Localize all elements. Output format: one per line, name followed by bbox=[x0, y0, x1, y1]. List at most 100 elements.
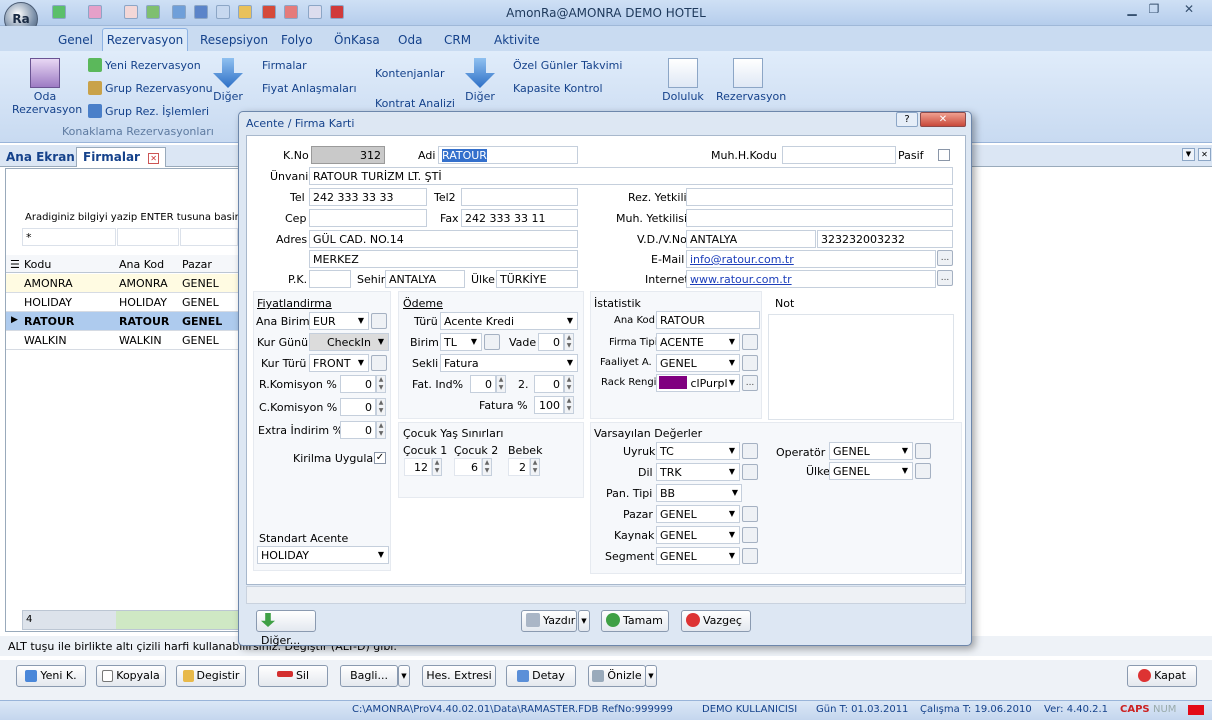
search-input-3[interactable] bbox=[180, 228, 238, 246]
sekli-dropdown-icon[interactable]: ▼ bbox=[564, 355, 576, 371]
ckom-spinner[interactable]: ▲ ▼ bbox=[376, 398, 386, 416]
tab-folyo[interactable]: Folyo bbox=[281, 33, 313, 47]
yeni-button[interactable]: Yeni K. bbox=[16, 665, 86, 687]
standart-acente-select[interactable]: HOLIDAY bbox=[257, 546, 389, 564]
uyruk-browse-button[interactable] bbox=[742, 443, 758, 459]
tab-onkasa[interactable]: ÖnKasa bbox=[334, 33, 380, 47]
vd-input[interactable]: ANTALYA bbox=[686, 230, 816, 248]
tel2-input[interactable] bbox=[461, 188, 578, 206]
rez-yetkili-input[interactable] bbox=[686, 188, 953, 206]
kapat-button[interactable]: Kapat bbox=[1127, 665, 1197, 687]
yazdir-button[interactable]: Yazdır bbox=[521, 610, 577, 632]
internet-browse-button[interactable]: ... bbox=[937, 270, 953, 286]
ana-birim-browse-button[interactable] bbox=[371, 313, 387, 329]
dil-dropdown-icon[interactable]: ▼ bbox=[726, 464, 738, 480]
email-browse-button[interactable]: ... bbox=[937, 250, 953, 266]
fat-ind-spinner[interactable]: ▲ ▼ bbox=[496, 375, 506, 393]
bebek-spinner[interactable]: ▲ ▼ bbox=[530, 458, 540, 476]
kur-gunu-dropdown-icon[interactable]: ▼ bbox=[375, 334, 387, 350]
vars-ulke-browse-button[interactable] bbox=[915, 463, 931, 479]
adres2-input[interactable]: MERKEZ bbox=[309, 250, 578, 268]
cocuk2-spinner[interactable]: ▲ ▼ bbox=[482, 458, 492, 476]
close-tab-icon[interactable]: ✕ bbox=[148, 153, 160, 164]
email-input[interactable]: info@ratour.com.tr bbox=[686, 250, 936, 268]
sil-button[interactable]: Sil bbox=[258, 665, 328, 687]
yeni-rezervasyon-button[interactable]: Yeni Rezervasyon bbox=[88, 58, 201, 72]
faaliyet-dropdown-icon[interactable]: ▼ bbox=[726, 355, 738, 371]
rack-rengi-dropdown-icon[interactable]: ▼ bbox=[726, 375, 738, 391]
pasif-checkbox[interactable] bbox=[938, 149, 950, 161]
dialog-close-icon[interactable]: ✕ bbox=[920, 112, 966, 127]
degistir-button[interactable]: Degistir bbox=[176, 665, 246, 687]
cocuk2-input[interactable]: 6 bbox=[454, 458, 482, 476]
pan-tipi-dropdown-icon[interactable]: ▼ bbox=[729, 485, 741, 501]
cocuk1-spinner[interactable]: ▲ ▼ bbox=[432, 458, 442, 476]
faaliyet-browse-button[interactable] bbox=[742, 355, 758, 371]
tamam-button[interactable]: Tamam bbox=[601, 610, 669, 632]
diger-dialog-button[interactable]: Diğer... bbox=[256, 610, 316, 647]
grup-rez-islemleri-button[interactable]: Grup Rez. İşlemleri bbox=[88, 104, 209, 118]
kur-turu-dropdown-icon[interactable]: ▼ bbox=[355, 355, 367, 371]
rezervasyon-report-button[interactable]: Rezervasyon bbox=[716, 58, 786, 103]
pk-input[interactable] bbox=[309, 270, 351, 288]
tab-firmalar[interactable]: Firmalar ✕ bbox=[76, 147, 167, 167]
yazdir-dropdown-icon[interactable]: ▼ bbox=[578, 610, 590, 632]
tel-input[interactable]: 242 333 33 33 bbox=[309, 188, 427, 206]
internet-link[interactable]: www.ratour.com.tr bbox=[690, 273, 792, 286]
onizle-dropdown-icon[interactable]: ▼ bbox=[645, 665, 657, 687]
vazgec-button[interactable]: Vazgeç bbox=[681, 610, 751, 632]
tab-rezervasyon[interactable]: Rezervasyon bbox=[102, 28, 188, 52]
fatura-pct-input[interactable]: 100 bbox=[534, 396, 564, 414]
ozel-gunler-button[interactable]: Özel Günler Takvimi bbox=[513, 59, 622, 72]
fat-ind-input[interactable]: 0 bbox=[470, 375, 496, 393]
kaynak-browse-button[interactable] bbox=[742, 527, 758, 543]
birim-browse-button[interactable] bbox=[484, 334, 500, 350]
firma-tipi-browse-button[interactable] bbox=[742, 334, 758, 350]
col-header-pazar[interactable]: Pazar bbox=[182, 258, 212, 271]
grid-menu-icon[interactable]: ☰ bbox=[10, 258, 20, 271]
tab-genel[interactable]: Genel bbox=[58, 33, 93, 47]
pazar-dropdown-icon[interactable]: ▼ bbox=[726, 506, 738, 522]
fatura-pct-spinner[interactable]: ▲ ▼ bbox=[564, 396, 574, 414]
fax-input[interactable]: 242 333 33 11 bbox=[461, 209, 578, 227]
col-header-ana-kod[interactable]: Ana Kod bbox=[119, 258, 164, 271]
dil-browse-button[interactable] bbox=[742, 464, 758, 480]
kapasite-kontrol-button[interactable]: Kapasite Kontrol bbox=[513, 82, 603, 95]
vars-ulke-dropdown-icon[interactable]: ▼ bbox=[899, 463, 911, 479]
rkom-spinner[interactable]: ▲ ▼ bbox=[376, 375, 386, 393]
kontenjanlar-button[interactable]: Kontenjanlar bbox=[375, 67, 445, 80]
firmalar-button[interactable]: Firmalar bbox=[262, 59, 307, 72]
kur-turu-browse-button[interactable] bbox=[371, 355, 387, 371]
bagli-button[interactable]: Bagli... bbox=[340, 665, 398, 687]
close-doc-icon[interactable]: ✕ bbox=[1198, 148, 1211, 161]
tab-crm[interactable]: CRM bbox=[444, 33, 471, 47]
search-input-2[interactable] bbox=[117, 228, 179, 246]
help-icon[interactable]: ? bbox=[896, 112, 918, 127]
turu-dropdown-icon[interactable]: ▼ bbox=[564, 313, 576, 329]
oda-rezervasyon-button[interactable]: Oda Rezervasyon bbox=[12, 58, 82, 116]
sekli-select[interactable]: Fatura bbox=[440, 354, 578, 372]
ana-kod-input[interactable]: RATOUR bbox=[656, 311, 760, 329]
operator-browse-button[interactable] bbox=[915, 443, 931, 459]
ulke-input[interactable]: TÜRKİYE bbox=[496, 270, 578, 288]
ckom-input[interactable]: 0 bbox=[340, 398, 376, 416]
unvani-input[interactable]: RATOUR TURİZM LT. ŞTİ bbox=[309, 167, 953, 185]
kopyala-button[interactable]: Kopyala bbox=[96, 665, 166, 687]
sehir-input[interactable]: ANTALYA bbox=[385, 270, 465, 288]
kirilma-checkbox[interactable]: ✓ bbox=[374, 452, 386, 464]
fiyat-anlasmalari-button[interactable]: Fiyat Anlaşmaları bbox=[262, 82, 357, 95]
fat-ind2-input[interactable]: 0 bbox=[534, 375, 564, 393]
uyruk-dropdown-icon[interactable]: ▼ bbox=[726, 443, 738, 459]
internet-input[interactable]: www.ratour.com.tr bbox=[686, 270, 936, 288]
cocuk1-input[interactable]: 12 bbox=[404, 458, 432, 476]
vade-spinner[interactable]: ▲ ▼ bbox=[564, 333, 574, 351]
close-icon[interactable]: ✕ bbox=[1170, 2, 1208, 20]
bagli-dropdown-icon[interactable]: ▼ bbox=[398, 665, 410, 687]
tab-oda[interactable]: Oda bbox=[398, 33, 422, 47]
kaynak-dropdown-icon[interactable]: ▼ bbox=[726, 527, 738, 543]
kontrat-analizi-button[interactable]: Kontrat Analizi bbox=[375, 97, 455, 110]
doluluk-button[interactable]: Doluluk bbox=[662, 58, 704, 103]
rkom-input[interactable]: 0 bbox=[340, 375, 376, 393]
diger2-ribbon-button[interactable]: Diğer bbox=[460, 58, 500, 103]
tab-resepsiyon[interactable]: Resepsiyon bbox=[200, 33, 268, 47]
